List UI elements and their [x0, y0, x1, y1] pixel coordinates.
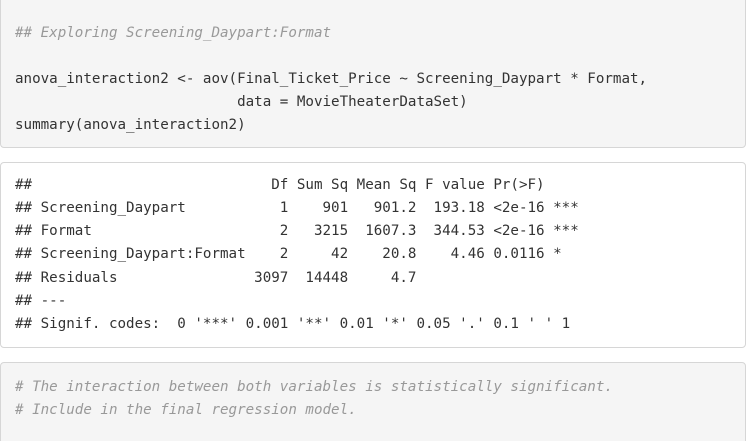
- code-line-aov-data: data = MovieTheaterDataSet): [15, 94, 468, 110]
- output-row-format: ## Format 2 3215 1607.3 344.53 <2e-16 **…: [15, 223, 579, 239]
- code-chunk-anova: ## Exploring Screening_Daypart:Format an…: [0, 0, 746, 148]
- output-row-residuals: ## Residuals 3097 14448 4.7: [15, 270, 579, 286]
- code-comment-line: ## Exploring Screening_Daypart:Format: [15, 25, 332, 41]
- output-row-interaction: ## Screening_Daypart:Format 2 42 20.8 4.…: [15, 246, 579, 262]
- output-table-header: ## Df Sum Sq Mean Sq F value Pr(>F): [15, 177, 579, 193]
- output-signif-codes: ## Signif. codes: 0 '***' 0.001 '**' 0.0…: [15, 316, 571, 332]
- code-line-summary: summary(anova_interaction2): [15, 117, 246, 133]
- output-separator: ## ---: [15, 293, 67, 309]
- output-chunk-anova-summary: ## Df Sum Sq Mean Sq F value Pr(>F) ## S…: [0, 162, 746, 348]
- code-line-aov-call: anova_interaction2 <- aov(Final_Ticket_P…: [15, 71, 648, 87]
- output-row-screening-daypart: ## Screening_Daypart 1 901 901.2 193.18 …: [15, 200, 579, 216]
- code-chunk-conclusion: # The interaction between both variables…: [0, 362, 746, 441]
- code-comment-conclusion-2: # Include in the final regression model.: [15, 402, 357, 418]
- code-comment-conclusion-1: # The interaction between both variables…: [15, 379, 613, 395]
